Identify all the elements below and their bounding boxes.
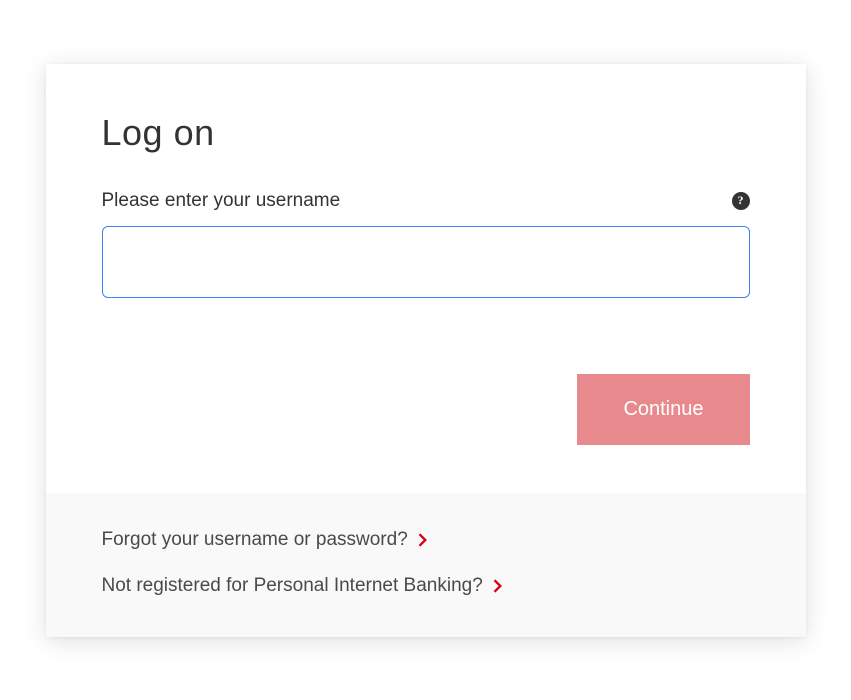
username-label: Please enter your username: [102, 190, 341, 212]
card-main: Log on Please enter your username ? Cont…: [46, 64, 806, 493]
button-row: Continue: [102, 374, 750, 445]
page-title: Log on: [102, 112, 750, 154]
register-link-label: Not registered for Personal Internet Ban…: [102, 575, 483, 597]
help-icon[interactable]: ?: [732, 192, 750, 210]
card-footer: Forgot your username or password? Not re…: [46, 493, 806, 637]
chevron-right-icon: [418, 533, 428, 547]
chevron-right-icon: [493, 579, 503, 593]
username-label-row: Please enter your username ?: [102, 190, 750, 212]
username-input[interactable]: [102, 226, 750, 298]
logon-card: Log on Please enter your username ? Cont…: [46, 64, 806, 637]
forgot-link-label: Forgot your username or password?: [102, 529, 408, 551]
register-link[interactable]: Not registered for Personal Internet Ban…: [102, 575, 750, 597]
continue-button[interactable]: Continue: [577, 374, 749, 445]
forgot-link[interactable]: Forgot your username or password?: [102, 529, 750, 551]
